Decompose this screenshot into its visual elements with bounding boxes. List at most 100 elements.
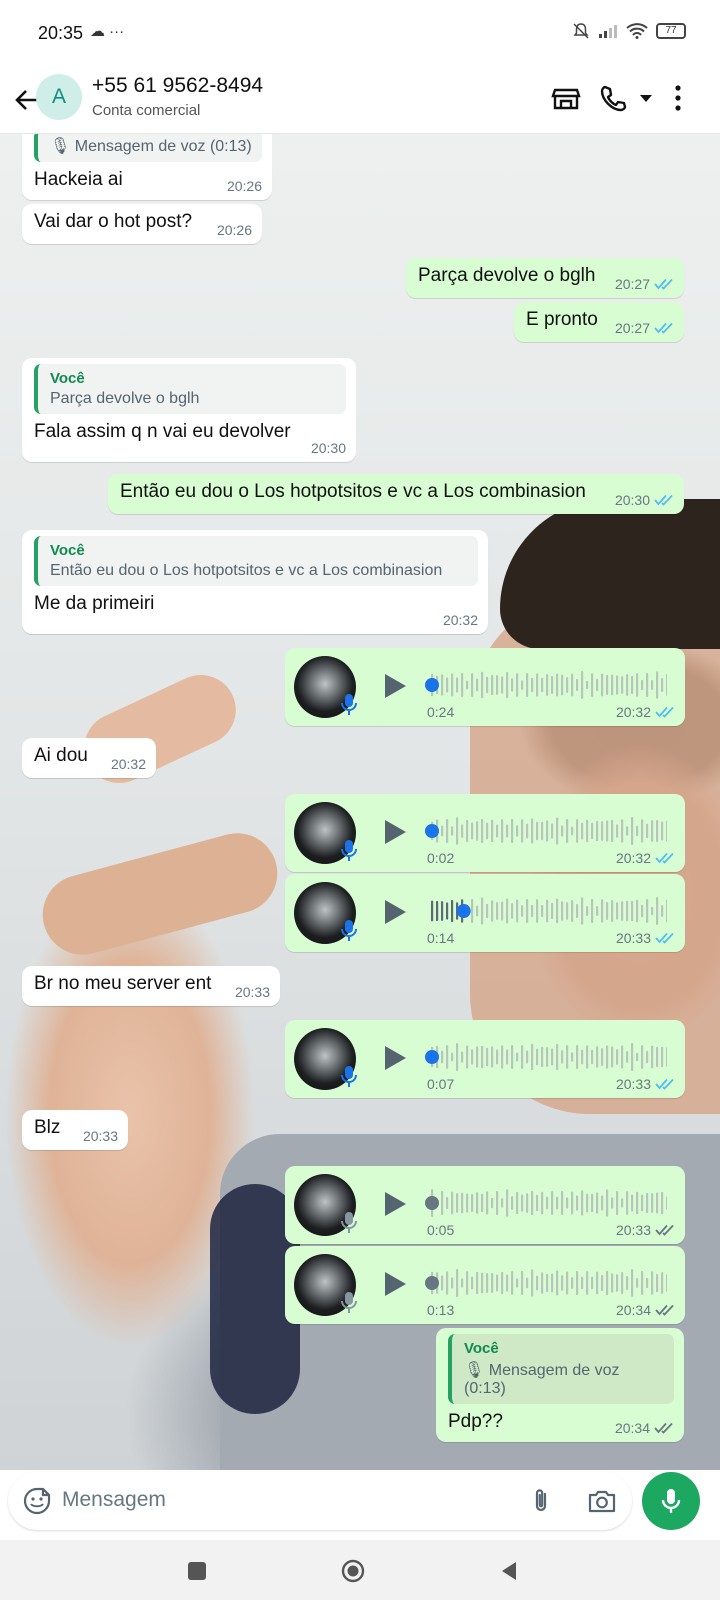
waveform-bar [531, 1269, 534, 1297]
waveform-bar [596, 820, 599, 842]
playback-position-dot[interactable] [425, 1276, 439, 1290]
voice-waveform[interactable] [425, 670, 667, 700]
waveform-bar [566, 1197, 569, 1209]
message-text: E pronto [526, 309, 598, 330]
message-bubble-in[interactable]: Br no meu server ent 20:33 [22, 966, 280, 1006]
message-bubble-out[interactable]: Parça devolve o bglh 20:27 [406, 258, 684, 298]
playback-position-dot[interactable] [425, 824, 439, 838]
message-bubble-in[interactable]: Ai dou 20:32 [22, 738, 156, 778]
waveform-bar [661, 1191, 664, 1215]
waveform-bar [541, 1272, 544, 1294]
quoted-author: Você [464, 1340, 499, 1357]
chat-area[interactable]: 🎙 Mensagem de voz (0:13) Hackeia ai 20:26 V… [0, 134, 720, 1470]
waveform-bar [571, 900, 574, 922]
waveform-bar [471, 1276, 474, 1290]
waveform-bar [466, 680, 469, 690]
waveform-bar [501, 819, 504, 843]
voice-message[interactable]: 0:13 20:34 [285, 1246, 685, 1324]
camera-icon[interactable] [586, 1486, 618, 1516]
waveform-bar [561, 1275, 564, 1291]
waveform-bar [431, 900, 434, 922]
waveform-bar [456, 677, 459, 693]
waveform-bar [601, 1195, 604, 1211]
message-input[interactable]: Mensagem [8, 1472, 632, 1530]
waveform-bar [521, 680, 524, 690]
playback-position-dot[interactable] [456, 904, 471, 918]
waveform-bar [666, 1274, 667, 1292]
message-meta: 20:26 [227, 178, 262, 194]
more-vert-icon[interactable] [658, 78, 698, 118]
status-right-icons: 77 [572, 22, 686, 40]
nav-circle-icon[interactable] [340, 1558, 366, 1584]
nav-square-icon[interactable] [184, 1558, 210, 1584]
mic-icon [341, 1066, 357, 1087]
waveform-bar [581, 897, 584, 925]
message-bubble-in[interactable]: Vai dar o hot post? 20:26 [22, 204, 262, 244]
quoted-message[interactable]: Você Então eu dou o Los hotpotsitos e vc … [34, 536, 478, 586]
contact-name[interactable]: +55 61 9562-8494 [92, 74, 263, 98]
waveform-bar [566, 677, 569, 693]
waveform-bar [621, 901, 624, 921]
voice-message[interactable]: 0:24 20:32 [285, 648, 685, 726]
voice-waveform[interactable] [425, 1268, 667, 1298]
play-icon[interactable] [381, 1043, 409, 1073]
playback-position-dot[interactable] [425, 678, 439, 692]
waveform-bar [486, 903, 489, 919]
contact-subtitle: Conta comercial [92, 102, 201, 119]
voice-message[interactable]: 0:14 20:33 [285, 874, 685, 952]
waveform-bar [451, 826, 454, 836]
play-icon[interactable] [381, 897, 409, 927]
quoted-author: Você [50, 370, 85, 387]
waveform-bar [506, 824, 509, 838]
voice-message[interactable]: 0:02 20:32 [285, 794, 685, 872]
message-bubble-in[interactable]: Você Então eu dou o Los hotpotsitos e vc … [22, 530, 488, 634]
avatar[interactable]: A [36, 74, 82, 120]
waveform-bar [461, 824, 464, 838]
playback-position-dot[interactable] [425, 1050, 439, 1064]
quoted-message[interactable]: Você 🎙 Mensagem de voz (0:13) [448, 1334, 674, 1404]
waveform-bar [556, 817, 559, 845]
message-bubble-out[interactable]: E pronto 20:27 [514, 302, 684, 342]
message-bubble-in[interactable]: 🎙 Mensagem de voz (0:13) Hackeia ai 20:26 [22, 134, 272, 200]
emoji-icon[interactable] [22, 1486, 52, 1516]
storefront-icon[interactable] [546, 78, 586, 118]
waveform-bar [511, 1196, 514, 1210]
quoted-message[interactable]: 🎙 Mensagem de voz (0:13) [34, 134, 262, 162]
waveform-bar [551, 902, 554, 920]
voice-waveform[interactable] [425, 816, 667, 846]
message-bubble-out[interactable]: Você 🎙 Mensagem de voz (0:13) Pdp?? 20:34 [436, 1328, 684, 1442]
mic-icon [341, 1292, 357, 1313]
nav-back-icon[interactable] [496, 1558, 522, 1584]
voice-record-button[interactable] [642, 1472, 700, 1530]
message-bubble-in[interactable]: Blz 20:33 [22, 1110, 128, 1150]
voice-waveform[interactable] [425, 1042, 667, 1072]
attach-icon[interactable] [526, 1486, 556, 1516]
waveform-bar [596, 1192, 599, 1214]
voice-message[interactable]: 0:05 20:33 [285, 1166, 685, 1244]
waveform-bar [591, 822, 594, 840]
play-icon[interactable] [381, 671, 409, 701]
play-icon[interactable] [381, 1269, 409, 1299]
waveform-bar [546, 820, 549, 842]
quoted-text: 🎙 Mensagem de voz (0:13) [50, 138, 252, 155]
waveform-bar [491, 1197, 494, 1209]
waveform-bar [551, 1191, 554, 1215]
message-bubble-out[interactable]: Então eu dou o Los hotpotsitos e vc a Lo… [108, 474, 684, 514]
waveform-bar [576, 1195, 579, 1211]
voice-waveform[interactable] [425, 896, 667, 926]
waveform-bar [451, 1052, 454, 1062]
message-bubble-in[interactable]: Você Parça devolve o bglh Fala assim q n v… [22, 358, 356, 462]
waveform-bar [486, 1272, 489, 1294]
voice-message[interactable]: 0:07 20:33 [285, 1020, 685, 1098]
quoted-message[interactable]: Você Parça devolve o bglh [34, 364, 346, 414]
play-icon[interactable] [381, 1189, 409, 1219]
status-notification-icons: ☁ ··· [90, 23, 125, 40]
waveform-bar [631, 1043, 634, 1071]
waveform-bar [561, 674, 564, 696]
waveform-bar [631, 1269, 634, 1297]
waveform-bar [541, 1046, 544, 1068]
playback-position-dot[interactable] [425, 1196, 439, 1210]
play-icon[interactable] [381, 817, 409, 847]
voice-waveform[interactable] [425, 1188, 667, 1218]
waveform-bar [481, 671, 484, 699]
